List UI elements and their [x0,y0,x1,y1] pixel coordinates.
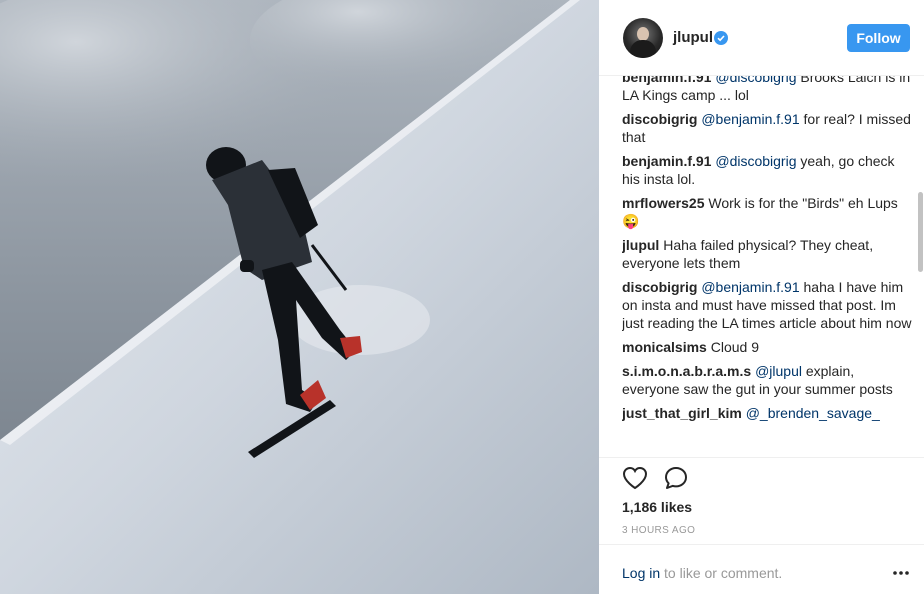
comment-text: Cloud 9 [710,339,759,355]
comment-username[interactable]: benjamin.f.91 [622,153,711,169]
comment-mention[interactable]: @discobigrig [715,153,796,169]
comment-mention[interactable]: @jlupul [755,363,802,379]
post-header: jlupul Follow [599,0,924,76]
likes-count[interactable]: 1,186 likes [622,499,692,515]
comment-username[interactable]: discobigrig [622,279,697,295]
comment-item: mrflowers25 Work is for the "Birds" eh L… [622,194,912,230]
avatar-face [637,27,649,41]
comment-item: monicalsims Cloud 9 [622,338,912,356]
actions-divider [599,457,924,459]
comment-mention[interactable]: @benjamin.f.91 [701,279,799,295]
comment-item: discobigrig @benjamin.f.91 haha I have h… [622,278,912,332]
more-options-icon[interactable] [892,568,910,578]
login-link[interactable]: Log in [622,565,660,581]
comment-item: benjamin.f.91 @discobigrig yeah, go chec… [622,152,912,188]
login-prompt: Log in to like or comment. [622,565,782,581]
post-photo [0,0,599,594]
comment-mention[interactable]: @benjamin.f.91 [701,111,799,127]
comments-scroll-content: benjamin.f.91 @discobigrig Brooks Laich … [622,76,912,428]
username-link[interactable]: jlupul [673,29,713,46]
comment-username[interactable]: mrflowers25 [622,195,704,211]
heart-icon[interactable] [622,466,648,490]
comment-mention[interactable]: @discobigrig [715,76,796,85]
post-timestamp[interactable]: 3 HOURS AGO [622,525,695,536]
avatar[interactable] [623,18,663,58]
comment-username[interactable]: s.i.m.o.n.a.b.r.a.m.s [622,363,751,379]
comment-mention[interactable]: @_brenden_savage_ [746,405,880,421]
avatar-body [630,40,656,58]
comment-username[interactable]: discobigrig [622,111,697,127]
comment-item: jlupul Haha failed physical? They cheat,… [622,236,912,272]
comment-username[interactable]: monicalsims [622,339,707,355]
comments-scrollbar[interactable] [918,192,923,272]
comment-item: discobigrig @benjamin.f.91 for real? I m… [622,110,912,146]
verified-badge-icon [714,31,728,45]
comment-item: just_that_girl_kim @_brenden_savage_ [622,404,912,422]
comment-bubble-icon[interactable] [664,466,688,490]
snowboarder-photo [0,0,599,594]
comment-item: benjamin.f.91 @discobigrig Brooks Laich … [622,76,912,104]
login-suffix: to like or comment. [660,565,783,581]
post-side-panel: jlupul Follow benjamin.f.91 @discobigrig… [599,0,924,594]
comment-text: Haha failed physical? They cheat, everyo… [622,237,874,271]
comment-item: s.i.m.o.n.a.b.r.a.m.s @jlupul explain, e… [622,362,912,398]
comment-username[interactable]: jlupul [622,237,659,253]
comments-list[interactable]: benjamin.f.91 @discobigrig Brooks Laich … [622,76,916,457]
follow-button[interactable]: Follow [847,24,910,52]
comment-username[interactable]: benjamin.f.91 [622,76,711,85]
comment-username[interactable]: just_that_girl_kim [622,405,742,421]
instagram-post-window: jlupul Follow benjamin.f.91 @discobigrig… [0,0,924,594]
